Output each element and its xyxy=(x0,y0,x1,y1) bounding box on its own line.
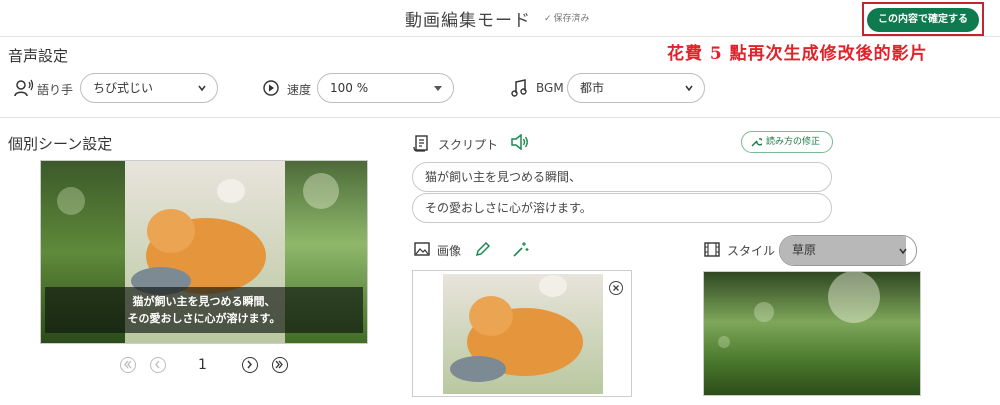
caption-line-1: 猫が飼い主を見つめる瞬間、 xyxy=(132,295,276,308)
narrator-select[interactable]: ちび式じい xyxy=(80,73,218,103)
film-icon xyxy=(704,242,720,257)
chevron-down-icon xyxy=(198,85,206,92)
style-image xyxy=(704,272,920,395)
style-panel[interactable] xyxy=(703,271,921,396)
scene-section-title: 個別シーン設定 xyxy=(8,135,113,153)
last-page-button[interactable] xyxy=(272,357,288,373)
saved-status-text: 保存済み xyxy=(553,14,590,24)
speed-icon xyxy=(263,80,279,96)
speed-label: 速度 xyxy=(287,83,312,97)
speed-select[interactable]: 100 % xyxy=(317,73,454,103)
pencil-icon[interactable] xyxy=(475,241,491,257)
chevron-down-icon xyxy=(899,248,907,255)
speed-value: 100 % xyxy=(330,81,369,95)
style-select[interactable]: 草原 xyxy=(779,235,917,266)
audio-divider xyxy=(0,117,1000,118)
confirm-highlight: この内容で確定する xyxy=(862,2,984,36)
style-value: 草原 xyxy=(792,243,817,257)
speaker-icon[interactable] xyxy=(511,134,529,150)
double-chevron-left-icon xyxy=(124,360,132,369)
music-icon xyxy=(511,79,527,97)
bgm-label: BGM xyxy=(536,81,564,95)
reading-fix-button[interactable]: 読み方の修正 xyxy=(741,131,833,153)
bgm-value: 都市 xyxy=(580,81,605,95)
saved-status: ✓ 保存済み xyxy=(544,11,590,24)
script-line-input[interactable]: 猫が飼い主を見つめる瞬間、 xyxy=(412,162,832,192)
next-page-button[interactable] xyxy=(242,357,258,373)
style-label: スタイル xyxy=(727,244,776,258)
prev-page-button[interactable] xyxy=(150,357,166,373)
chevron-right-icon xyxy=(247,360,252,369)
reading-fix-label: 読み方の修正 xyxy=(766,137,821,147)
chevron-down-icon xyxy=(685,85,693,92)
header-divider xyxy=(0,36,1000,37)
page-title: 動画編集モード xyxy=(405,11,531,31)
scene-caption: 猫が飼い主を見つめる瞬間、 その愛おしさに心が溶けます。 xyxy=(45,287,363,333)
script-icon xyxy=(413,135,428,152)
chevron-left-icon xyxy=(155,360,160,369)
magic-wand-icon[interactable] xyxy=(512,241,529,258)
scene-image xyxy=(443,274,603,394)
script-line-input[interactable]: その愛おしさに心が溶けます。 xyxy=(412,193,832,223)
remove-image-button[interactable] xyxy=(609,281,623,295)
scene-preview: 猫が飼い主を見つめる瞬間、 その愛おしさに心が溶けます。 xyxy=(40,160,368,344)
image-panel xyxy=(412,270,632,397)
narrator-value: ちび式じい xyxy=(93,81,154,95)
check-icon: ✓ xyxy=(544,14,552,24)
caption-line-2: その愛おしさに心が溶けます。 xyxy=(127,312,281,325)
wrench-icon xyxy=(751,138,762,147)
bgm-select[interactable]: 都市 xyxy=(567,73,705,103)
close-icon xyxy=(613,285,619,291)
image-icon xyxy=(414,242,430,256)
caret-down-icon xyxy=(434,86,442,91)
narrator-label: 語り手 xyxy=(37,83,74,97)
confirm-button[interactable]: この内容で確定する xyxy=(867,8,979,32)
narrator-icon xyxy=(14,79,34,97)
page-number: 1 xyxy=(198,357,207,373)
annotation-text: 花費 5 點再次生成修改後的影片 xyxy=(667,44,928,64)
double-chevron-right-icon xyxy=(275,360,283,369)
first-page-button[interactable] xyxy=(120,357,136,373)
image-label: 画像 xyxy=(437,244,462,258)
audio-section-title: 音声設定 xyxy=(8,47,69,65)
script-label: スクリプト xyxy=(438,138,499,152)
